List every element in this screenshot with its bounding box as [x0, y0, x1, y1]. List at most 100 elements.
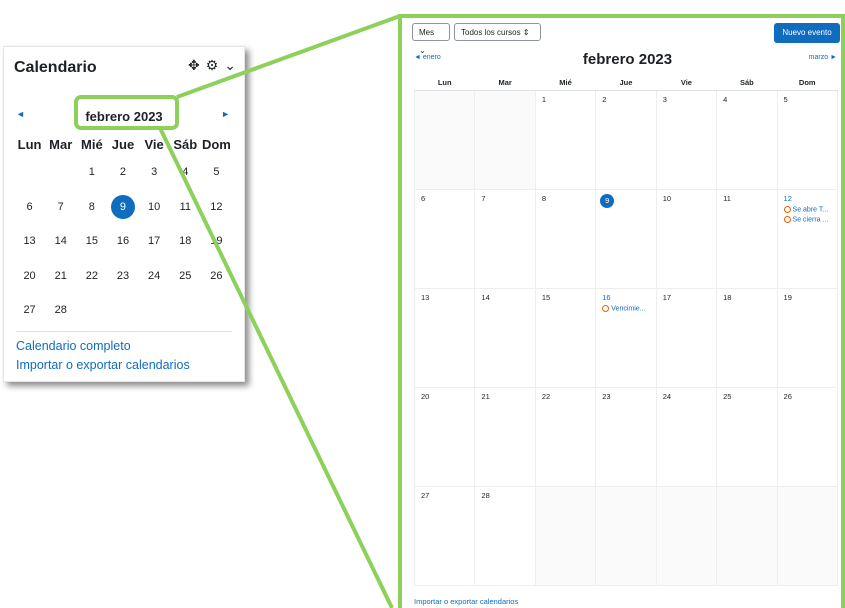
mini-day-cell[interactable]: 1 [76, 155, 107, 190]
day-number: 20 [421, 392, 430, 401]
day-cell[interactable]: 10 [655, 189, 718, 289]
day-cell[interactable]: 13 [413, 288, 476, 388]
day-number: 17 [662, 293, 672, 302]
mini-calendar-grid: Lun Mar Mié Jue Vie Sáb Dom 1 2 3 4 5 6 7 8 9 10 11 12 13 1… [14, 135, 232, 328]
import-export-link[interactable]: Importar o exportar calendarios [16, 358, 190, 372]
mini-weekday: Sáb [173, 137, 198, 152]
day-cell[interactable]: 17 [655, 288, 718, 388]
day-number: 1 [541, 95, 547, 104]
mini-day-cell[interactable]: 27 [14, 293, 45, 328]
mini-day-cell[interactable]: 14 [45, 224, 76, 259]
mini-day-cell[interactable]: 26 [201, 259, 232, 294]
day-number: 2 [602, 95, 607, 104]
mini-day-cell[interactable]: 10 [139, 190, 170, 225]
day-cell[interactable]: 6 [413, 189, 476, 289]
gear-icon[interactable]: ⚙ [206, 57, 219, 74]
day-cell[interactable]: 24 [655, 387, 718, 487]
calendar-event[interactable]: Se cierra ... [783, 216, 837, 224]
day-cell[interactable]: 7 [474, 189, 536, 289]
mini-day-cell[interactable]: 5 [201, 155, 232, 190]
mini-day-cell[interactable]: 22 [76, 259, 107, 294]
month-title: febrero 2023 [582, 51, 673, 68]
day-cell[interactable]: 14 [474, 288, 536, 388]
day-cell[interactable]: 4 [716, 90, 778, 190]
mini-weeks: 1 2 3 4 5 6 7 8 9 10 11 12 13 14 15 16 17 18 19 20 21 22 23 24 2… [14, 155, 232, 328]
day-cell[interactable]: 23 [595, 387, 657, 487]
mini-day-cell[interactable]: 21 [45, 259, 76, 294]
day-cell[interactable]: 3 [655, 90, 718, 190]
calendar-event[interactable]: Se abre T... [783, 206, 837, 213]
mini-day-cell[interactable]: 19 [201, 224, 232, 259]
mini-empty-cell [45, 155, 76, 190]
day-number: 3 [662, 95, 667, 104]
new-event-button[interactable]: Nuevo evento [774, 23, 840, 43]
next-month-label: marzo [808, 54, 829, 61]
empty-day-cell [413, 90, 476, 190]
mini-day-cell[interactable]: 18 [170, 224, 201, 259]
mini-weekday: Jue [111, 137, 135, 152]
day-cell[interactable]: 1 [534, 90, 597, 190]
day-cell[interactable]: 15 [534, 288, 597, 388]
mini-day-cell[interactable]: 28 [45, 293, 76, 328]
day-number: 10 [662, 194, 672, 203]
day-cell[interactable]: 19 [776, 288, 839, 388]
day-cell[interactable]: 2 [595, 90, 657, 190]
day-cell[interactable]: 12 Se abre T... Se cierra ... [776, 189, 839, 289]
day-cell[interactable]: 9 [595, 189, 657, 289]
mini-day-cell[interactable]: 25 [170, 259, 201, 294]
mini-day-cell[interactable]: 11 [170, 190, 201, 225]
mini-day-cell[interactable]: 13 [14, 224, 45, 259]
day-cell[interactable]: 20 [413, 387, 476, 487]
day-cell[interactable]: 22 [534, 387, 597, 487]
week-row: 1 2 3 4 5 [413, 90, 839, 190]
mini-empty-cell [14, 155, 45, 190]
mini-day-cell[interactable]: 6 [14, 190, 45, 225]
day-number: 6 [421, 194, 426, 203]
mini-day-cell[interactable]: 12 [201, 190, 232, 225]
courses-select-value: Todos los cursos [461, 28, 521, 37]
view-select-value: Mes [419, 28, 435, 37]
day-cell[interactable]: 11 [716, 189, 778, 289]
calendar-event[interactable]: Vencimie... [602, 305, 655, 312]
import-export-link[interactable]: Importar o exportar calendarios [414, 597, 518, 606]
mini-day-cell[interactable]: 2 [107, 155, 138, 190]
view-select[interactable]: Mes ⌄ [412, 23, 450, 55]
day-cell[interactable]: 27 [413, 486, 476, 586]
day-cell[interactable]: 18 [716, 288, 778, 388]
mini-day-cell[interactable]: 4 [170, 155, 201, 190]
mini-day-cell[interactable]: 24 [139, 259, 170, 294]
mini-day-cell[interactable]: 23 [107, 259, 138, 294]
courses-select[interactable]: Todos los cursos ⇕ [454, 23, 541, 41]
mini-day-cell[interactable]: 17 [139, 224, 170, 259]
mini-week-row: 27 28 [14, 293, 232, 328]
mini-day-cell[interactable]: 9 [107, 190, 138, 225]
day-cell[interactable]: 26 [776, 387, 839, 487]
weekday-header: Dom [777, 74, 838, 91]
mini-day-cell[interactable]: 8 [76, 190, 107, 225]
day-cell[interactable]: 5 [776, 90, 839, 190]
mini-day-cell[interactable]: 3 [139, 155, 170, 190]
mini-day-cell[interactable]: 7 [45, 190, 76, 225]
mini-day-cell[interactable]: 15 [76, 224, 107, 259]
mini-day-cell[interactable]: 20 [14, 259, 45, 294]
day-cell[interactable]: 16 Vencimie... [595, 288, 657, 388]
mini-week-row: 13 14 15 16 17 18 19 [14, 224, 232, 259]
day-number: 13 [421, 293, 430, 302]
day-cell[interactable]: 8 [534, 189, 597, 289]
weekday-header-row: Lun Mar Mié Jue Vie Sáb Dom [414, 74, 838, 91]
chevron-down-icon[interactable]: ⌄ [224, 57, 236, 74]
next-month-arrow[interactable]: ► [221, 109, 230, 119]
day-cell[interactable]: 28 [474, 486, 536, 586]
move-icon[interactable]: ✥ [188, 57, 200, 74]
month-weeks: 1 2 3 4 5 6 7 8 9 10 11 12 Se abre T... Se cierra ...… [413, 90, 839, 586]
weekday-header: Vie [656, 74, 717, 91]
full-calendar-link[interactable]: Calendario completo [16, 339, 131, 353]
next-month-link[interactable]: marzo ► [809, 54, 837, 61]
day-number: 5 [783, 95, 788, 104]
week-row: 13 14 15 16 Vencimie... 17 18 19 [413, 288, 839, 388]
day-number: 14 [481, 293, 490, 302]
mini-day-cell[interactable]: 16 [107, 224, 138, 259]
weekday-header: Jue [595, 74, 657, 91]
day-cell[interactable]: 25 [716, 387, 778, 487]
day-cell[interactable]: 21 [474, 387, 536, 487]
